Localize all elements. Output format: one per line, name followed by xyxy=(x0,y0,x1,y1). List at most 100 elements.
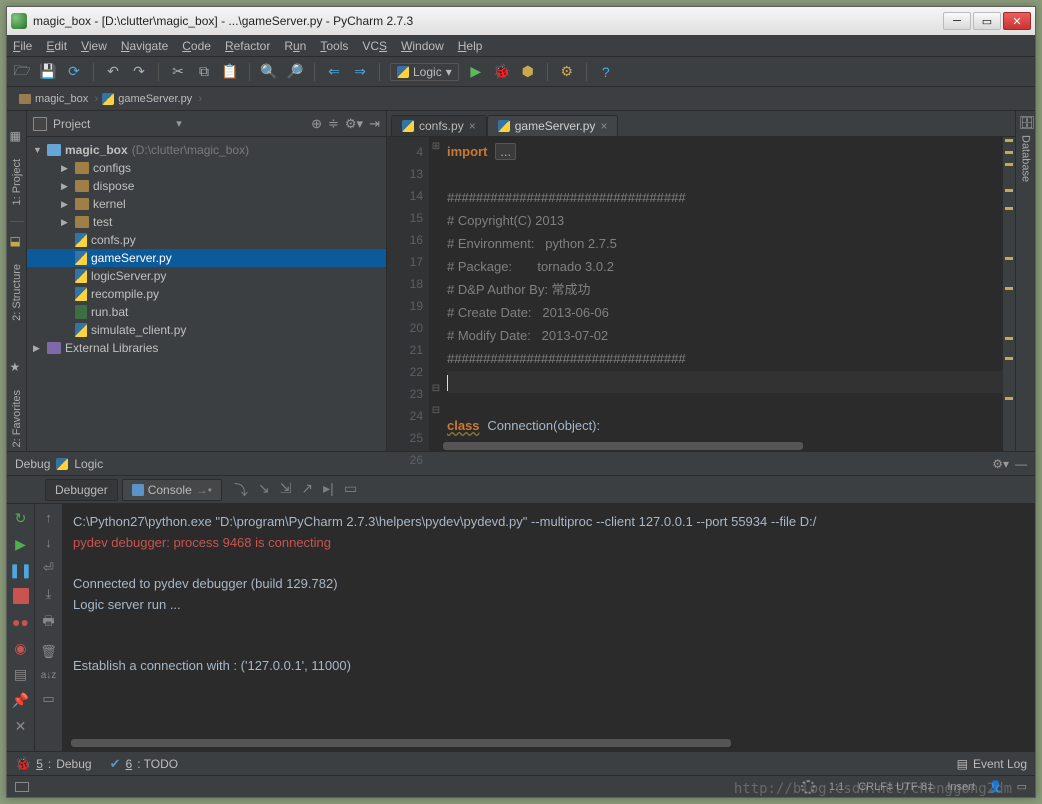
menu-tools[interactable]: Tools xyxy=(320,39,348,53)
collapse-icon[interactable]: ≑ xyxy=(328,116,339,132)
help-icon[interactable]: ? xyxy=(597,63,615,81)
gear-icon[interactable]: ⚙▾ xyxy=(345,116,363,132)
expand-icon[interactable]: ▶ xyxy=(61,199,71,209)
rerun-icon[interactable]: ↻ xyxy=(13,510,29,526)
save-icon[interactable]: 💾 xyxy=(39,63,57,81)
tab-project[interactable]: 1: Project xyxy=(9,155,25,209)
maximize-button[interactable]: ▭ xyxy=(973,12,1001,30)
encoding-label[interactable]: CRLF‡ UTF-8‡ xyxy=(858,781,933,793)
error-stripe[interactable] xyxy=(1003,137,1015,451)
debug-icon[interactable]: 🐞 xyxy=(493,63,511,81)
memory-indicator[interactable]: ▭ xyxy=(1017,780,1027,793)
code-area[interactable]: 41314151617181920212223242526 ⊞⊟⊟ import… xyxy=(387,137,1015,451)
hide-icon[interactable]: ⇥ xyxy=(369,116,380,132)
layout-icon[interactable]: ▤ xyxy=(13,666,29,682)
expand-icon[interactable]: ▶ xyxy=(33,343,43,353)
resume-icon[interactable]: ▶ xyxy=(13,536,29,552)
mute-breakpoints-icon[interactable]: ◉ xyxy=(13,640,29,656)
expand-icon[interactable]: ▼ xyxy=(33,145,43,155)
breadcrumb-file[interactable]: gameServer.py xyxy=(96,93,200,105)
open-icon[interactable]: 🗁 xyxy=(13,63,31,81)
run-config-dropdown[interactable]: Logic ▾ xyxy=(390,63,459,81)
structure-icon[interactable]: ⬓ xyxy=(10,234,24,248)
locate-icon[interactable]: ⊕ xyxy=(311,116,322,132)
down-icon[interactable]: ↓ xyxy=(45,535,52,550)
close-button[interactable]: ✕ xyxy=(1003,12,1031,30)
close-icon[interactable]: × xyxy=(600,119,607,133)
soft-wrap-icon[interactable]: ⏎ xyxy=(43,560,54,576)
console-hscrollbar[interactable] xyxy=(71,739,1027,749)
sync-icon[interactable]: ⟳ xyxy=(65,63,83,81)
expand-icon[interactable]: ▶ xyxy=(61,163,71,173)
menu-refactor[interactable]: Refactor xyxy=(225,39,270,53)
step-out-icon[interactable]: ↗ xyxy=(301,480,313,500)
project-icon[interactable]: ▦ xyxy=(10,129,24,143)
tab-favorites[interactable]: 2: Favorites xyxy=(9,386,25,451)
tab-console[interactable]: Console→• xyxy=(122,479,222,501)
pin-icon[interactable]: 📌 xyxy=(13,692,29,708)
scroll-end-icon[interactable]: ⤓ xyxy=(46,586,52,602)
tab-debugger[interactable]: Debugger xyxy=(45,479,118,501)
chevron-down-icon[interactable]: ▾ xyxy=(176,117,182,130)
tab-debug-bottom[interactable]: 🐞5: Debug xyxy=(15,756,92,772)
expand-icon[interactable]: ▶ xyxy=(61,217,71,227)
editor-tab-active[interactable]: gameServer.py× xyxy=(487,115,619,136)
project-tree[interactable]: ▼magic_box (D:\clutter\magic_box) ▶confi… xyxy=(27,137,386,451)
undo-icon[interactable]: ↶ xyxy=(104,63,122,81)
minimize-button[interactable]: ─ xyxy=(943,12,971,30)
step-into-my-icon[interactable]: ⇲ xyxy=(280,480,292,500)
coverage-icon[interactable]: ⬢ xyxy=(519,63,537,81)
hide-icon[interactable]: — xyxy=(1015,457,1027,471)
console-output[interactable]: C:\Python27\python.exe "D:\program\PyCha… xyxy=(63,504,1035,751)
redo-icon[interactable]: ↷ xyxy=(130,63,148,81)
tree-file-selected[interactable]: gameServer.py xyxy=(27,249,386,267)
tab-structure[interactable]: 2: Structure xyxy=(9,260,25,325)
up-icon[interactable]: ↑ xyxy=(45,510,52,525)
menu-help[interactable]: Help xyxy=(458,39,483,53)
menu-file[interactable]: File xyxy=(13,39,32,53)
menu-navigate[interactable]: Navigate xyxy=(121,39,168,53)
stop-icon[interactable] xyxy=(13,588,29,604)
menu-code[interactable]: Code xyxy=(182,39,211,53)
step-into-icon[interactable]: ↘ xyxy=(258,480,270,500)
filter-icon[interactable]: ▭ xyxy=(42,691,54,707)
close-icon[interactable]: × xyxy=(469,119,476,133)
step-over-icon[interactable]: ⤵ xyxy=(234,480,248,500)
run-icon[interactable]: ▶ xyxy=(467,63,485,81)
favorites-star-icon[interactable]: ★ xyxy=(10,360,24,374)
menu-view[interactable]: View xyxy=(81,39,107,53)
breadcrumb-root[interactable]: magic_box xyxy=(13,93,96,105)
paste-icon[interactable]: 📋 xyxy=(221,63,239,81)
pause-icon[interactable]: ❚❚ xyxy=(13,562,29,578)
print-icon[interactable]: 🖶 xyxy=(42,612,54,634)
find-icon[interactable]: 🔍 xyxy=(260,63,278,81)
copy-icon[interactable]: ⧉ xyxy=(195,63,213,81)
expand-icon[interactable]: ▶ xyxy=(61,181,71,191)
close-icon[interactable]: ✕ xyxy=(13,718,29,734)
database-icon[interactable]: 🗄 xyxy=(1019,115,1033,131)
tab-event-log[interactable]: ▤ Event Log xyxy=(957,757,1027,771)
replace-icon[interactable]: 🔎 xyxy=(286,63,304,81)
menu-window[interactable]: Window xyxy=(401,39,444,53)
editor-hscrollbar[interactable] xyxy=(443,441,1003,451)
tab-todo[interactable]: ✔6: TODO xyxy=(110,756,179,772)
toolwindow-toggle-icon[interactable] xyxy=(15,782,29,792)
forward-icon[interactable]: ⇒ xyxy=(351,63,369,81)
gear-icon[interactable]: ⚙▾ xyxy=(992,457,1009,471)
cut-icon[interactable]: ✂ xyxy=(169,63,187,81)
evaluate-icon[interactable]: ▭ xyxy=(344,480,357,500)
settings-icon[interactable]: ⚙ xyxy=(558,63,576,81)
fold-column[interactable]: ⊞⊟⊟ xyxy=(429,137,443,451)
clear-icon[interactable]: 🗑 xyxy=(40,644,57,660)
inspector-icon[interactable]: 👤 xyxy=(989,780,1003,793)
sort-icon[interactable]: a↓z xyxy=(41,670,57,681)
menu-vcs[interactable]: VCS xyxy=(362,39,387,53)
run-to-cursor-icon[interactable]: ▸| xyxy=(323,480,334,500)
tab-database[interactable]: Database xyxy=(1018,131,1034,186)
back-icon[interactable]: ⇐ xyxy=(325,63,343,81)
code-text[interactable]: import ... #############################… xyxy=(443,137,1003,451)
breakpoints-icon[interactable]: ●● xyxy=(13,614,29,630)
editor-tab[interactable]: confs.py× xyxy=(391,115,487,136)
menu-run[interactable]: Run xyxy=(284,39,306,53)
menu-edit[interactable]: Edit xyxy=(46,39,67,53)
